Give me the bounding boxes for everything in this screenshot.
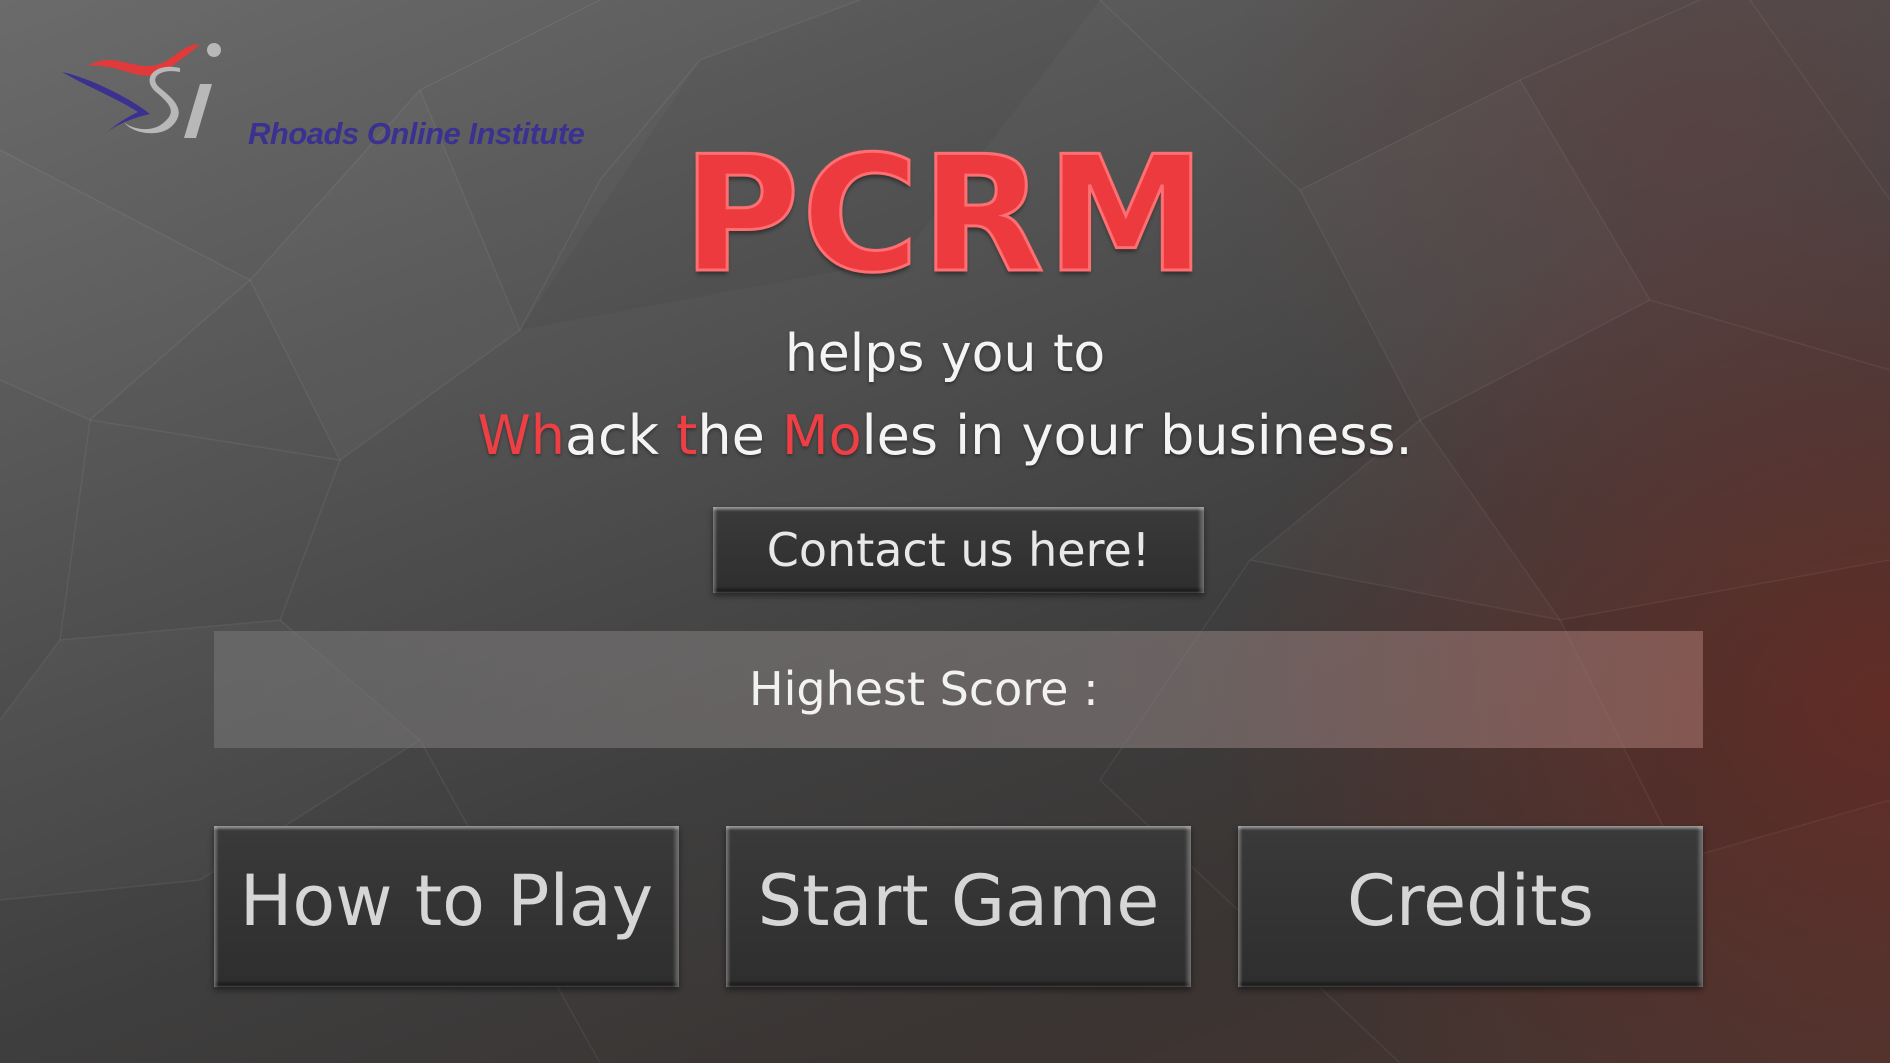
start-game-button[interactable]: Start Game bbox=[726, 826, 1191, 987]
tagline-part: he bbox=[697, 404, 782, 467]
credits-button[interactable]: Credits bbox=[1238, 826, 1703, 987]
tagline-part: ack bbox=[564, 404, 677, 467]
contact-us-button[interactable]: Contact us here! bbox=[713, 507, 1204, 593]
tagline-part: les in your business. bbox=[861, 404, 1413, 467]
highest-score-panel: Highest Score : bbox=[214, 631, 1703, 748]
game-title: PCRM bbox=[681, 121, 1208, 308]
tagline-part: Mo bbox=[781, 404, 862, 467]
tagline-part: t bbox=[676, 404, 698, 467]
how-to-play-button[interactable]: How to Play bbox=[214, 826, 679, 987]
tagline-line-1: helps you to bbox=[784, 324, 1106, 384]
highest-score-label: Highest Score : bbox=[749, 662, 1099, 716]
tagline-part: Wh bbox=[477, 404, 565, 467]
tagline-line-2: Whack the Moles in your business. bbox=[0, 404, 1890, 467]
